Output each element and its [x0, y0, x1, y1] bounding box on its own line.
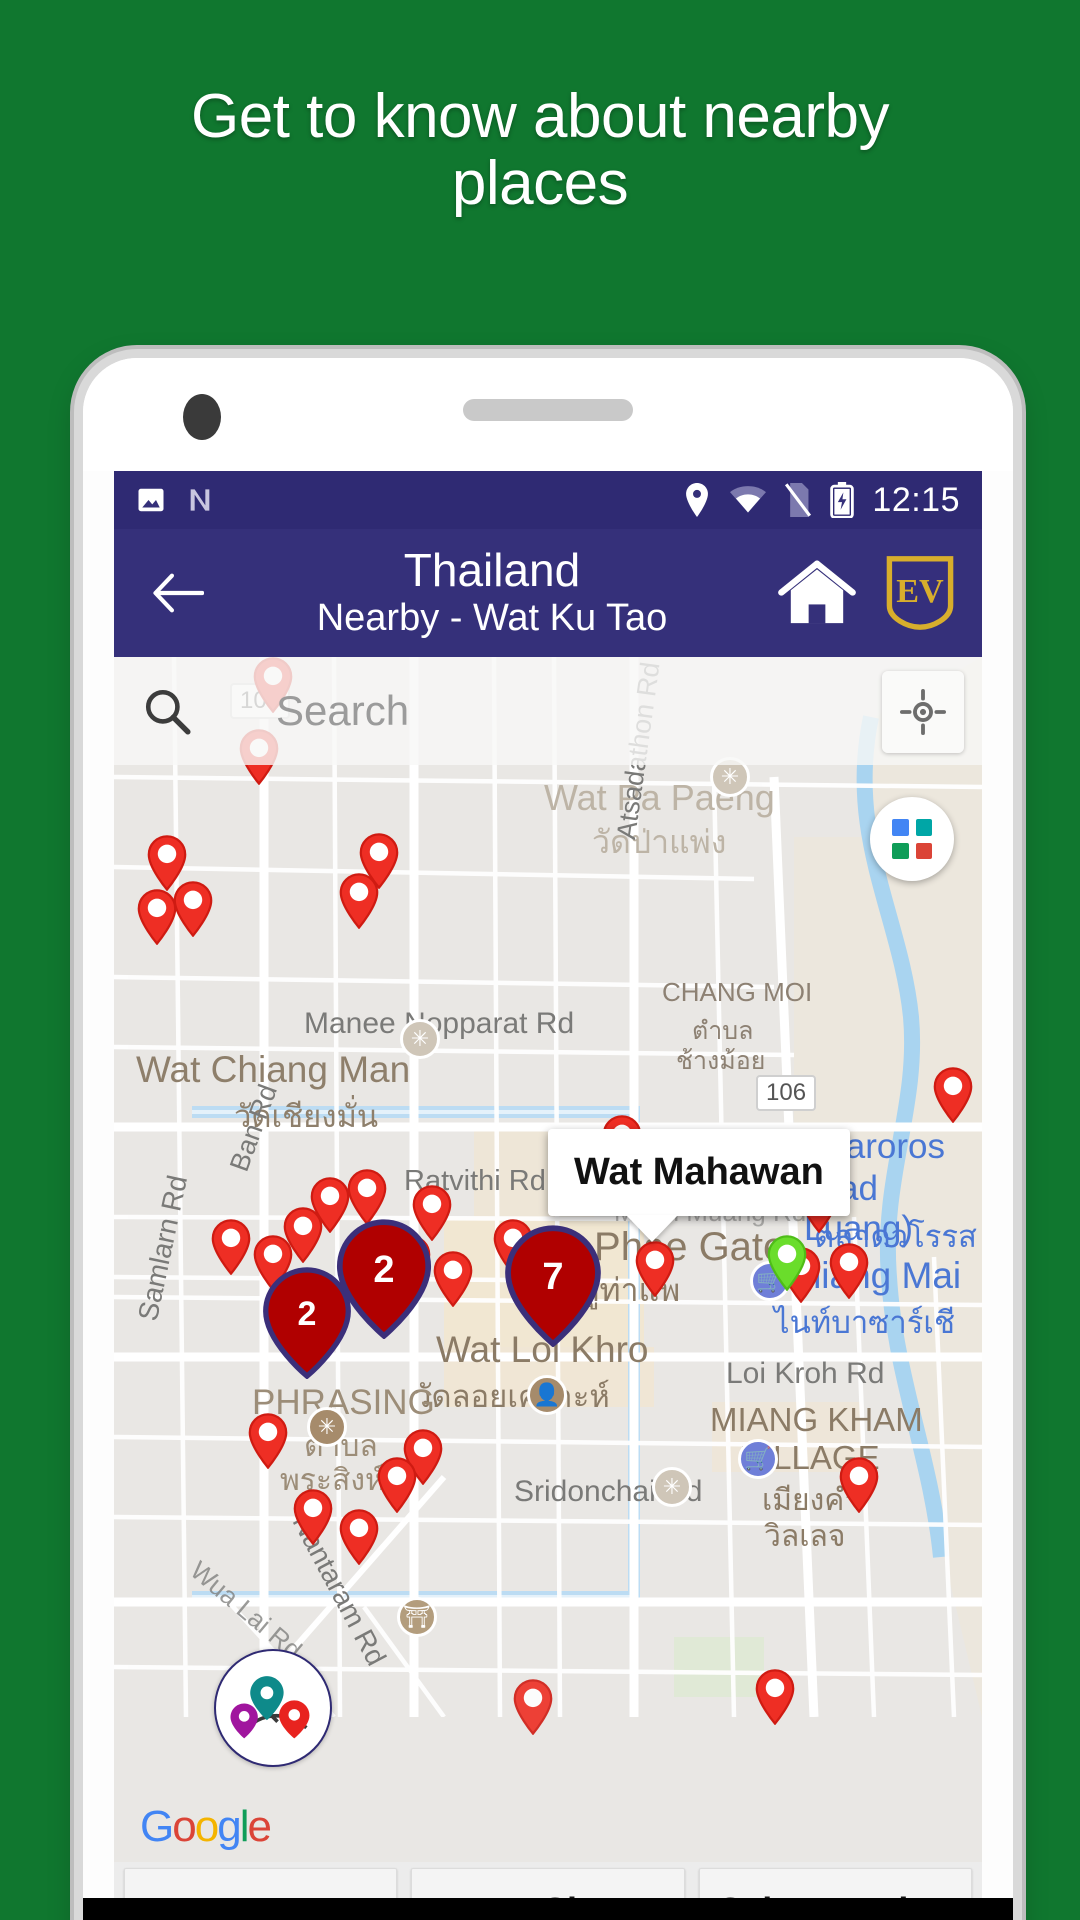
front-camera-icon: [183, 394, 221, 440]
google-attribution: Google: [140, 1802, 272, 1851]
back-button[interactable]: [140, 573, 216, 613]
map-cluster-marker[interactable]: 7: [504, 1225, 602, 1347]
search-input[interactable]: Search: [276, 687, 409, 735]
battery-charging-icon: [830, 482, 855, 519]
map-container[interactable]: Search 107 106 ✳: [114, 657, 982, 1862]
map-marker[interactable]: [932, 1067, 974, 1128]
ev-logo[interactable]: EV: [884, 556, 956, 630]
sim-off-icon: [784, 483, 812, 517]
nfc-icon: [184, 484, 216, 516]
map-cluster-marker[interactable]: 2: [336, 1219, 432, 1339]
map-marker[interactable]: [282, 1207, 324, 1268]
promo-headline: Get to know about nearby places: [190, 82, 890, 218]
map-marker[interactable]: [512, 1679, 554, 1740]
my-location-button[interactable]: [882, 671, 964, 753]
page-subtitle: Nearby - Wat Ku Tao: [316, 596, 668, 639]
map-layer-swatch-red: [915, 842, 932, 859]
image-icon: [136, 485, 166, 515]
map-marker-selected-green[interactable]: [766, 1235, 808, 1296]
app-bar-titles: Thailand Nearby - Wat Ku Tao: [206, 543, 778, 641]
poi-person-icon: ✳: [307, 1407, 347, 1447]
status-bar-clock: 12:15: [872, 480, 960, 519]
earpiece-speaker: [463, 399, 633, 421]
phone-bezel-top: [83, 358, 1013, 471]
status-bar: 12:15: [114, 471, 982, 529]
map-marker[interactable]: [634, 1241, 676, 1302]
cluster-count: 7: [542, 1255, 564, 1298]
location-icon: [682, 483, 712, 517]
phone-screen: 12:15 Thailand Nearby - Wat Ku Tao EV Se…: [114, 471, 982, 1920]
map-layer-swatch-teal: [915, 819, 932, 836]
route-shield-106: 106: [756, 1075, 817, 1111]
app-logo[interactable]: [214, 1649, 332, 1767]
app-bar: Thailand Nearby - Wat Ku Tao EV: [114, 529, 982, 657]
map-marker[interactable]: [828, 1243, 870, 1304]
map-marker[interactable]: [338, 1509, 380, 1570]
map-marker[interactable]: [432, 1251, 474, 1312]
map-layer-swatch-green: [892, 842, 909, 859]
poi-temple-icon: ✳: [652, 1467, 692, 1507]
map-marker[interactable]: [292, 1489, 334, 1550]
map-marker[interactable]: [376, 1457, 418, 1518]
map-marker[interactable]: [172, 881, 214, 942]
home-icon[interactable]: [778, 558, 856, 628]
map-marker[interactable]: [247, 1413, 289, 1474]
map-marker[interactable]: [210, 1219, 252, 1280]
page-title: Thailand: [403, 543, 581, 596]
phone-frame: 12:15 Thailand Nearby - Wat Ku Tao EV Se…: [83, 358, 1013, 1920]
search-icon: [142, 686, 192, 736]
android-navigation-bar: [83, 1898, 1013, 1920]
cluster-count: 2: [373, 1249, 395, 1291]
poi-gate-icon: ⛩: [397, 1597, 437, 1637]
map-marker[interactable]: [838, 1457, 880, 1518]
map-info-window[interactable]: Wat Mahawan: [548, 1129, 850, 1216]
app-bar-actions: EV: [778, 556, 956, 630]
map-type-button[interactable]: [870, 797, 954, 881]
poi-shop-icon: 🛒: [738, 1439, 778, 1479]
map-marker[interactable]: [338, 873, 380, 934]
svg-text:EV: EV: [896, 573, 944, 610]
search-bar[interactable]: Search: [114, 657, 982, 765]
wifi-icon: [730, 485, 767, 515]
info-window-title: Wat Mahawan: [574, 1151, 824, 1193]
poi-temple-icon: ✳: [400, 1019, 440, 1059]
map-marker[interactable]: [754, 1669, 796, 1730]
poi-person-icon: 👤: [527, 1375, 567, 1415]
map-layer-swatch-blue: [892, 819, 909, 836]
